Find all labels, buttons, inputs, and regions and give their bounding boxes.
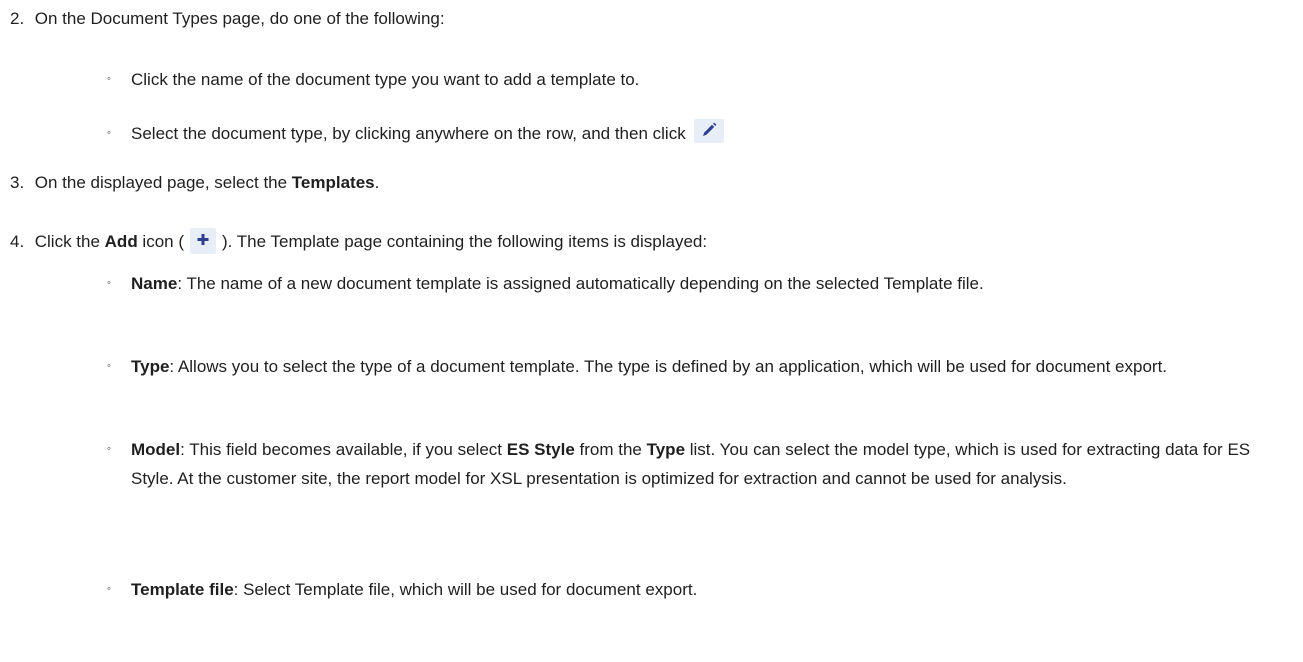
term: Name [131, 274, 178, 293]
list-item-sentence: Select the document type, by clicking an… [131, 124, 686, 143]
pencil-icon [693, 119, 724, 143]
list-item-text: Template file: Select Template file, whi… [131, 575, 1276, 604]
step-3: 3. On the displayed page, select the Tem… [10, 173, 379, 193]
add-label: Add [104, 232, 138, 251]
list-item-text: Select the document type, by clicking an… [131, 119, 724, 148]
description: from the [574, 440, 647, 459]
term: Model [131, 440, 181, 459]
list-item-text: Model: This field becomes available, if … [131, 435, 1276, 493]
bullet-icon: ◦ [107, 73, 111, 85]
es-style-label: ES Style [506, 440, 575, 459]
description: : Select Template file, which will be us… [233, 580, 698, 599]
description: : Allows you to select the type of a doc… [169, 357, 1168, 376]
bullet-icon: ◦ [107, 360, 111, 372]
step-number: 3. [10, 173, 25, 192]
step-number: 2. [10, 9, 25, 28]
templates-label: Templates [291, 173, 375, 192]
document-page: 2. On the Document Types page, do one of… [0, 0, 1303, 662]
list-item-text: Type: Allows you to select the type of a… [131, 352, 1276, 381]
step-2: 2. On the Document Types page, do one of… [10, 9, 445, 29]
bullet-icon: ◦ [107, 277, 111, 289]
term: Type [131, 357, 170, 376]
bullet-icon: ◦ [107, 443, 111, 455]
plus-icon [190, 228, 216, 254]
list-item-text: Name: The name of a new document templat… [131, 269, 1276, 298]
step-text-post: . [374, 173, 380, 192]
type-label: Type [646, 440, 686, 459]
bullet-icon: ◦ [107, 583, 111, 595]
step-text-mid: icon ( [137, 232, 184, 251]
step-text-pre: Click the [34, 232, 105, 251]
bullet-icon: ◦ [107, 127, 111, 139]
step-text-pre: On the displayed page, select the [34, 173, 292, 192]
list-item-text: Click the name of the document type you … [131, 70, 640, 89]
term: Template file [131, 580, 234, 599]
description: : This field becomes available, if you s… [180, 440, 507, 459]
step-4: 4. Click the Add icon ( ). The Template p… [10, 228, 707, 254]
description: : The name of a new document template is… [177, 274, 984, 293]
step-text-post: ). The Template page containing the foll… [222, 232, 708, 251]
step-number: 4. [10, 232, 25, 251]
step-text: On the Document Types page, do one of th… [34, 9, 445, 28]
